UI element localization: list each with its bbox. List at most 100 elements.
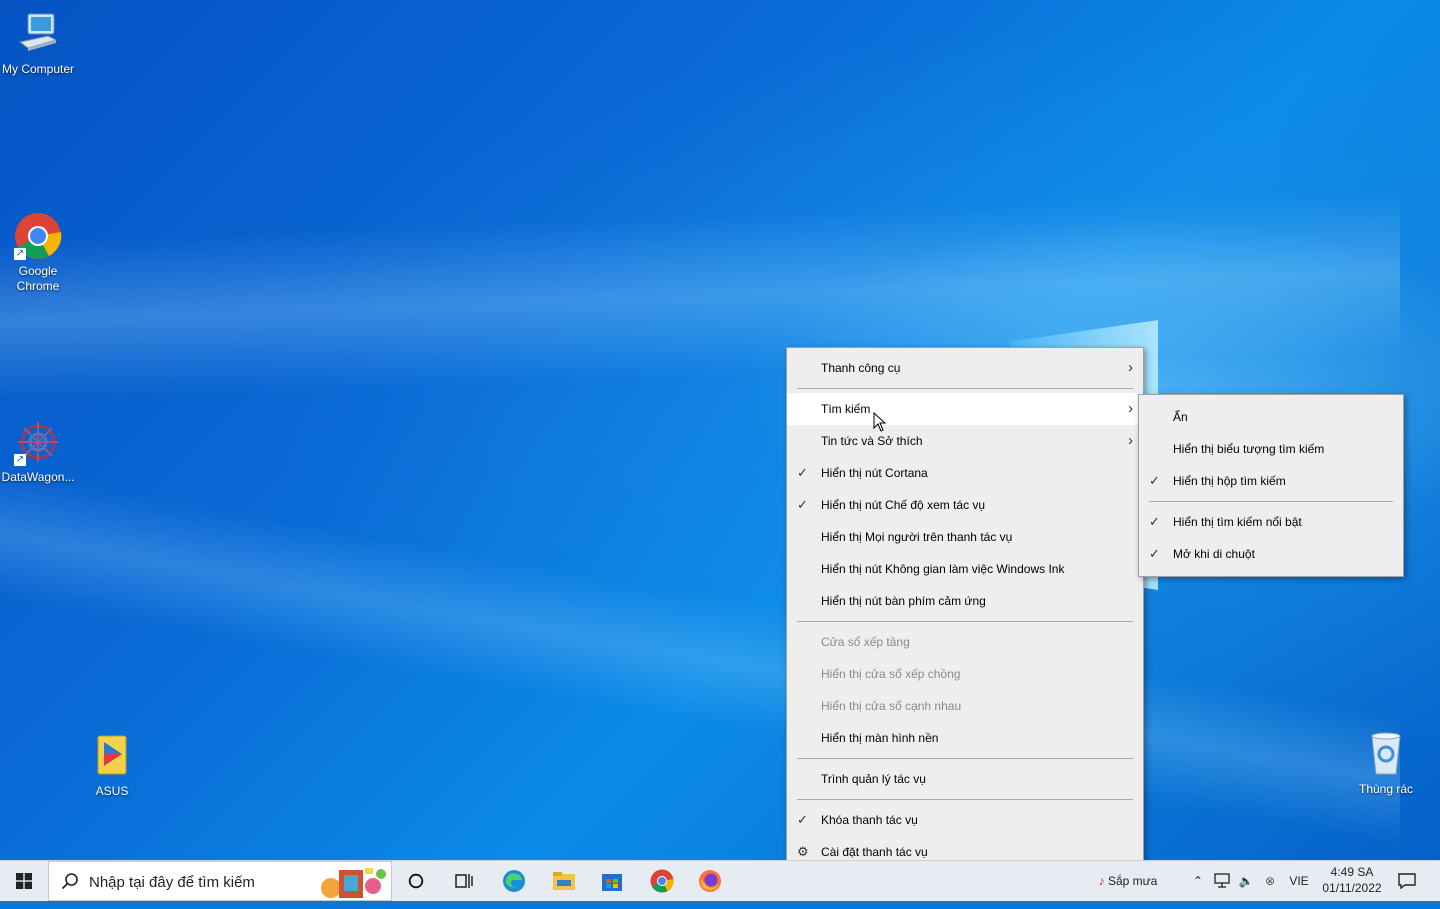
action-center-button[interactable] (1392, 861, 1422, 901)
menu-item-show-cortana-button[interactable]: ✓ Hiển thị nút Cortana (787, 457, 1143, 489)
desktop-icon-label: DataWagon... (1, 470, 75, 484)
chevron-up-icon: ⌃ (1192, 874, 1204, 888)
taskbar-search-box[interactable] (48, 861, 392, 901)
network-button[interactable] (1210, 861, 1234, 901)
checkmark-icon: ✓ (1149, 514, 1160, 529)
menu-item-show-people[interactable]: Hiển thị Mọi người trên thanh tác vụ (787, 521, 1143, 553)
volume-icon: 🔈 (1238, 874, 1254, 888)
submenu-item-show-search-box[interactable]: ✓ Hiển thị hộp tìm kiếm (1139, 465, 1403, 497)
weather-widget[interactable]: ♪ Sắp mưa (1082, 861, 1174, 901)
desktop-icon-datawagon[interactable]: ↗ DataWagon... (0, 418, 76, 485)
menu-item-label: Hiển thị tìm kiếm nổi bật (1173, 515, 1302, 529)
desktop-icon-recycle-bin[interactable]: Thùng rác (1348, 730, 1424, 797)
menu-item-label: Mở khi di chuột (1173, 547, 1255, 561)
menu-item-cascade-windows: Cửa sổ xếp tầng (787, 626, 1143, 658)
datawagon-icon: ↗ (14, 418, 62, 466)
menu-item-taskbar-settings[interactable]: ⚙ Cài đặt thanh tác vụ (787, 836, 1143, 860)
chrome-icon: ↗ (14, 212, 62, 260)
submenu-item-hidden[interactable]: Ẩn (1139, 401, 1403, 433)
asus-folder-icon (88, 732, 136, 780)
weather-icon: ♪ (1098, 874, 1105, 888)
menu-item-show-task-view-button[interactable]: ✓ Hiển thị nút Chế độ xem tác vụ (787, 489, 1143, 521)
menu-item-label: Hiển thị cửa sổ cạnh nhau (821, 699, 962, 713)
language-indicator[interactable]: VIE (1284, 861, 1314, 901)
menu-item-label: Cài đặt thanh tác vụ (821, 845, 928, 859)
status-button[interactable]: ⊗ (1258, 861, 1282, 901)
search-icon (61, 873, 78, 890)
taskbar-app-chrome[interactable] (638, 861, 686, 901)
taskbar-app-store[interactable] (588, 861, 636, 901)
close-circle-icon: ⊗ (1264, 874, 1276, 888)
desktop-icon-asus[interactable]: ASUS (74, 732, 150, 799)
checkmark-icon: ✓ (1149, 473, 1160, 488)
menu-item-label: Hiển thị màn hình nền (821, 731, 939, 745)
menu-item-toolbars[interactable]: Thanh công cụ › (787, 352, 1143, 384)
menu-item-label: Hiển thị nút Chế độ xem tác vụ (821, 498, 986, 512)
taskbar-context-menu: Thanh công cụ › Tìm kiếm › Tin tức và Sở… (786, 347, 1144, 860)
firefox-icon (699, 870, 721, 892)
menu-item-show-touch-keyboard[interactable]: Hiển thị nút bàn phím cảm ứng (787, 585, 1143, 617)
cortana-button[interactable] (392, 861, 440, 901)
chevron-right-icon: › (1128, 432, 1133, 449)
submenu-item-show-search-highlights[interactable]: ✓ Hiển thị tìm kiếm nổi bật (1139, 506, 1403, 538)
weather-text: Sắp mưa (1107, 874, 1158, 888)
clock-time: 4:49 SA (1330, 865, 1374, 879)
shortcut-arrow-icon: ↗ (14, 248, 26, 260)
menu-item-lock-taskbar[interactable]: ✓ Khóa thanh tác vụ (787, 804, 1143, 836)
desktop-icon-label: Thùng rác (1358, 782, 1414, 796)
menu-item-label: Hiển thị nút bàn phím cảm ứng (821, 594, 986, 608)
volume-button[interactable]: 🔈 (1234, 861, 1258, 901)
shortcut-arrow-icon: ↗ (14, 454, 26, 466)
checkmark-icon: ✓ (797, 465, 808, 480)
search-input[interactable] (87, 870, 311, 894)
notification-icon (1398, 873, 1416, 890)
desktop-icon-my-computer[interactable]: My Computer (0, 10, 76, 77)
clock-date: 01/11/2022 (1322, 881, 1382, 895)
gear-icon: ⚙ (797, 844, 809, 859)
menu-item-label: Hiển thị nút Không gian làm việc Windows… (821, 562, 1065, 576)
chevron-right-icon: › (1128, 359, 1133, 376)
mouse-cursor-icon (873, 412, 887, 432)
show-hidden-icons-button[interactable]: ⌃ (1186, 861, 1210, 901)
cortana-icon (408, 873, 424, 889)
recycle-bin-icon (1362, 730, 1410, 778)
menu-item-label: Trình quản lý tác vụ (821, 772, 926, 786)
taskbar[interactable]: ♪ Sắp mưa ⌃ 🔈 ⊗ VIE 4:49 SA 01/11/2022 (0, 860, 1440, 901)
task-view-button[interactable] (440, 861, 488, 901)
menu-item-label: Khóa thanh tác vụ (821, 813, 918, 827)
chrome-icon (650, 869, 674, 893)
menu-item-label: Ẩn (1173, 410, 1188, 424)
desktop-icon-label: ASUS (95, 784, 129, 798)
menu-item-task-manager[interactable]: Trình quản lý tác vụ (787, 763, 1143, 795)
start-button[interactable] (0, 861, 48, 901)
checkmark-icon: ✓ (797, 812, 808, 827)
submenu-item-open-on-hover[interactable]: ✓ Mở khi di chuột (1139, 538, 1403, 570)
checkmark-icon: ✓ (1149, 546, 1160, 561)
submenu-item-show-search-icon[interactable]: Hiển thị biểu tượng tìm kiếm (1139, 433, 1403, 465)
menu-separator (1149, 501, 1393, 502)
menu-item-news-and-interests[interactable]: Tin tức và Sở thích › (787, 425, 1143, 457)
menu-item-show-desktop[interactable]: Hiển thị màn hình nền (787, 722, 1143, 754)
taskbar-app-edge[interactable] (490, 861, 538, 901)
desktop[interactable]: My Computer ↗ Google Chrome ↗ DataWagon.… (0, 0, 1440, 860)
task-view-icon (455, 874, 473, 888)
clock[interactable]: 4:49 SA 01/11/2022 (1316, 861, 1388, 904)
network-icon (1214, 873, 1230, 888)
menu-item-label: Hiển thị Mọi người trên thanh tác vụ (821, 530, 1013, 544)
folder-icon (553, 872, 575, 890)
menu-item-side-by-side-windows: Hiển thị cửa sổ cạnh nhau (787, 690, 1143, 722)
desktop-icon-label: My Computer (1, 62, 75, 76)
windows-logo-icon (16, 873, 32, 889)
menu-separator (797, 758, 1133, 759)
menu-item-label: Hiển thị biểu tượng tìm kiếm (1173, 442, 1325, 456)
taskbar-app-file-explorer[interactable] (540, 861, 588, 901)
menu-item-search[interactable]: Tìm kiếm › (787, 393, 1143, 425)
taskbar-app-firefox[interactable] (686, 861, 734, 901)
menu-item-label: Thanh công cụ (821, 361, 901, 375)
desktop-icon-label: Google Chrome (16, 264, 60, 293)
menu-item-label: Hiển thị nút Cortana (821, 466, 928, 480)
menu-separator (797, 799, 1133, 800)
desktop-icon-google-chrome[interactable]: ↗ Google Chrome (0, 212, 76, 294)
chevron-right-icon: › (1128, 400, 1133, 417)
menu-item-show-windows-ink[interactable]: Hiển thị nút Không gian làm việc Windows… (787, 553, 1143, 585)
